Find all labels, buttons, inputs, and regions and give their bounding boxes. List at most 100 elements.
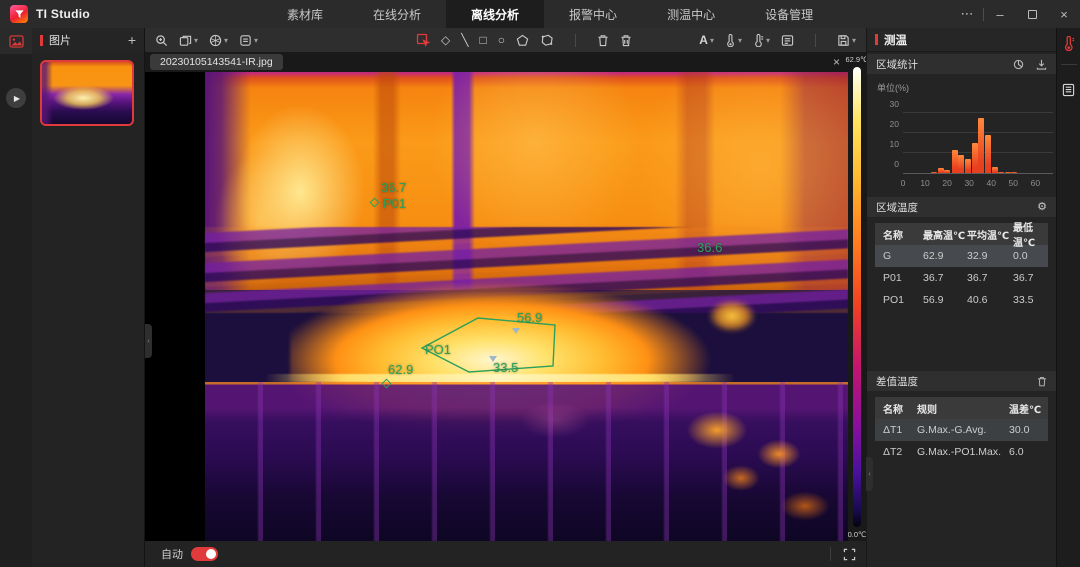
viewer-column: ▾ ▾ ▾ ◇ ╲ □ ○ bbox=[145, 28, 866, 567]
cell: G bbox=[875, 250, 923, 262]
table-row-PO1[interactable]: PO1 56.9 40.6 33.5 bbox=[875, 289, 1048, 311]
image-panel-header: 图片 + bbox=[32, 28, 144, 52]
cell: 32.9 bbox=[967, 250, 1013, 262]
notes-list-icon bbox=[1062, 83, 1075, 97]
table-row-dT1[interactable]: ΔT1 G.Max.-G.Avg. 30.0 bbox=[875, 419, 1048, 441]
text-style-button[interactable]: A ▾ bbox=[699, 33, 714, 47]
nav-alarm-center[interactable]: 报警中心 bbox=[544, 0, 642, 28]
polygon-min-marker[interactable] bbox=[489, 356, 497, 362]
diff-temp-table: 名称 规则 温差℃ ΔT1 G.Max.-G.Avg. 30.0 ΔT2 G.M… bbox=[875, 397, 1048, 463]
auto-toggle[interactable] bbox=[191, 547, 218, 561]
viewer-body: 20230105143541-IR.jpg × bbox=[145, 52, 866, 541]
app-logo-icon bbox=[10, 5, 28, 23]
file-tab[interactable]: 20230105143541-IR.jpg bbox=[150, 54, 283, 70]
section-title: 差值温度 bbox=[876, 374, 918, 389]
histogram-bar bbox=[1005, 172, 1011, 173]
rectangle-tool-button[interactable]: □ bbox=[480, 34, 487, 46]
thermometry-panel: 测温 区域统计 单位(%) 01020300102030405060℃ 区域温度… bbox=[866, 28, 1056, 567]
app-window: TI Studio 素材库 在线分析 离线分析 报警中心 测温中心 设备管理 ⋯… bbox=[0, 0, 1080, 567]
histogram-bar bbox=[944, 170, 950, 173]
circle-tool-button[interactable]: ○ bbox=[498, 34, 505, 46]
histogram-xtick: 10 bbox=[920, 178, 929, 188]
col-header-avg: 平均温℃ bbox=[967, 227, 1013, 242]
add-image-button[interactable]: + bbox=[128, 33, 136, 47]
toggle-knob bbox=[206, 549, 216, 559]
histogram-unit-label: 单位(%) bbox=[877, 81, 1046, 94]
zoom-tool-button[interactable] bbox=[155, 34, 168, 47]
gear-icon[interactable]: ⚙ bbox=[1037, 202, 1047, 213]
cell: 33.5 bbox=[1013, 294, 1047, 306]
nav-device-management[interactable]: 设备管理 bbox=[740, 0, 838, 28]
panel-title-row: 测温 bbox=[867, 28, 1056, 52]
cell: PO1 bbox=[875, 294, 923, 306]
polygon-draw-icon bbox=[540, 34, 554, 47]
temp-display-button[interactable]: ▾ bbox=[753, 34, 770, 47]
maximize-button[interactable] bbox=[1016, 0, 1048, 28]
save-icon bbox=[837, 34, 850, 47]
cell: 36.7 bbox=[1013, 272, 1047, 284]
chart-type-icon[interactable] bbox=[1013, 59, 1024, 70]
histogram-bar bbox=[978, 118, 984, 173]
histogram-xtick: 20 bbox=[942, 178, 951, 188]
polygon-max-marker[interactable] bbox=[512, 328, 520, 334]
histogram-ytick: 0 bbox=[881, 159, 899, 169]
histogram-bar bbox=[972, 143, 978, 173]
polygon-tool-button[interactable] bbox=[540, 34, 554, 47]
play-button[interactable]: ▶ bbox=[6, 88, 26, 108]
collapse-left-panel-handle[interactable]: ‹ bbox=[145, 324, 152, 358]
table-header-row: 名称 最高温℃ 平均温℃ 最低温℃ bbox=[875, 223, 1048, 245]
minimize-button[interactable]: – bbox=[984, 0, 1016, 28]
panel-title: 测温 bbox=[884, 32, 907, 48]
section-diff-temp: ‹ 差值温度 bbox=[867, 371, 1056, 391]
colorbar-gradient[interactable] bbox=[853, 67, 861, 527]
histogram-xtick: 0 bbox=[901, 178, 906, 188]
point-diamond-icon: ◇ bbox=[441, 34, 450, 46]
section-title: 区域统计 bbox=[876, 57, 918, 72]
nav-offline-analysis[interactable]: 离线分析 bbox=[446, 0, 544, 28]
image-thumbnail-selected[interactable] bbox=[40, 60, 134, 126]
download-icon[interactable] bbox=[1036, 59, 1047, 70]
nav-thermometry-center[interactable]: 测温中心 bbox=[642, 0, 740, 28]
nav-online-analysis[interactable]: 在线分析 bbox=[348, 0, 446, 28]
save-button[interactable]: ▾ bbox=[837, 34, 856, 47]
histogram-xtick: 30 bbox=[964, 178, 973, 188]
table-row-P01[interactable]: P01 36.7 36.7 36.7 bbox=[875, 267, 1048, 289]
palette-tool-button[interactable]: ▾ bbox=[209, 34, 228, 47]
export-tool-button[interactable]: ▾ bbox=[239, 34, 258, 47]
trash-icon[interactable] bbox=[1037, 376, 1047, 387]
colorbar-strip: 62.9℃ 0.0℃ bbox=[848, 52, 866, 541]
images-rail-button[interactable] bbox=[0, 28, 32, 54]
point-tool-button[interactable]: ◇ bbox=[441, 34, 450, 46]
nav-material-library[interactable]: 素材库 bbox=[262, 0, 348, 28]
temp-unit-button[interactable]: ▾ bbox=[725, 34, 742, 47]
close-button[interactable]: × bbox=[1048, 0, 1080, 28]
section-title: 区域温度 bbox=[876, 200, 918, 215]
delete-annotation-button[interactable] bbox=[597, 34, 609, 47]
viewer-bottom-bar: 自动 bbox=[145, 541, 866, 567]
chevron-down-icon: ▾ bbox=[738, 36, 742, 45]
close-file-icon[interactable]: × bbox=[833, 55, 840, 69]
thermal-canvas[interactable]: 36.7 P01 36.6 PO1 56.9 33.5 62.9 ‹ bbox=[145, 72, 848, 541]
section-region-stats: 区域统计 bbox=[867, 54, 1056, 74]
line-tool-button[interactable]: ╲ bbox=[461, 34, 468, 46]
image-icon bbox=[9, 35, 24, 48]
thermometry-rail-button[interactable] bbox=[1057, 28, 1080, 58]
fullscreen-icon[interactable] bbox=[843, 548, 856, 561]
thermal-floor-region bbox=[205, 382, 848, 541]
more-menu-button[interactable]: ⋯ bbox=[951, 0, 983, 28]
histogram-bar bbox=[938, 168, 944, 173]
table-row-dT2[interactable]: ΔT2 G.Max.-PO1.Max. 6.0 bbox=[875, 441, 1048, 463]
cell: 62.9 bbox=[923, 250, 967, 262]
cell: 0.0 bbox=[1013, 250, 1047, 262]
play-icon: ▶ bbox=[14, 94, 20, 103]
font-icon: A bbox=[699, 33, 708, 47]
select-tool-button[interactable] bbox=[416, 33, 430, 47]
info-panel-button[interactable] bbox=[781, 34, 794, 47]
delete-all-annotations-button[interactable] bbox=[620, 34, 632, 47]
report-rail-button[interactable] bbox=[1057, 75, 1080, 105]
cell: P01 bbox=[875, 272, 923, 284]
pentagon-tool-button[interactable] bbox=[516, 34, 529, 47]
layers-tool-button[interactable]: ▾ bbox=[179, 34, 198, 47]
rectangle-icon: □ bbox=[480, 34, 487, 46]
collapse-right-panel-handle[interactable]: ‹ bbox=[866, 457, 873, 491]
